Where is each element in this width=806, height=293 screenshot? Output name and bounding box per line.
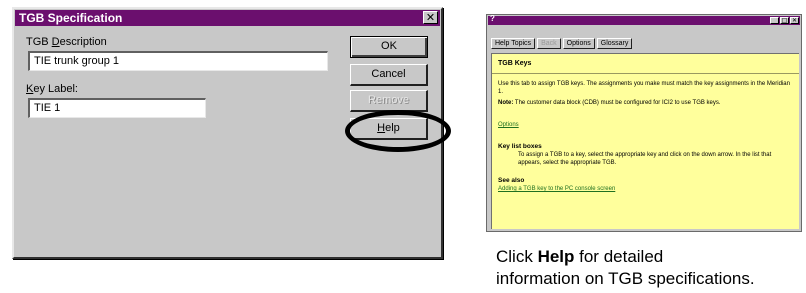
ok-button[interactable]: OK — [350, 36, 428, 58]
options-button[interactable]: Options — [562, 38, 595, 49]
help-note: Note: The customer data block (CDB) must… — [498, 100, 721, 106]
caption-line-2: information on TGB specifications. — [496, 269, 755, 288]
caption-line-1: Click Help for detailed — [496, 247, 664, 266]
help-window: ? _ □ ✕ Help Topics Back Options Glossar… — [486, 14, 802, 232]
tgb-specification-dialog: TGB Specification ✕ TGB Description TIE … — [12, 7, 451, 259]
minimize-icon[interactable]: _ — [770, 17, 779, 24]
tgb-description-label: TGB Description — [26, 36, 107, 48]
help-content-pane: TGB Keys Use this tab to assign TGB keys… — [491, 53, 799, 229]
help-toolbar: Help Topics Back Options Glossary — [491, 38, 633, 49]
caption: Click Help for detailed information on T… — [496, 246, 796, 290]
tgb-description-field[interactable]: TIE trunk group 1 — [28, 51, 328, 71]
key-list-heading: Key list boxes — [498, 143, 542, 150]
help-body-text: Use this tab to assign TGB keys. The ass… — [498, 81, 790, 95]
remove-button: Remove — [350, 90, 428, 112]
key-list-text: To assign a TGB to a key, select the app… — [518, 152, 772, 166]
see-also-link[interactable]: Adding a TGB key to the PC console scree… — [498, 185, 793, 193]
highlight-oval — [345, 110, 451, 152]
dialog-title: TGB Specification — [19, 11, 123, 25]
options-link[interactable]: Options — [498, 121, 793, 129]
cancel-button[interactable]: Cancel — [350, 64, 428, 86]
glossary-button[interactable]: Glossary — [596, 38, 633, 49]
maximize-icon[interactable]: □ — [780, 17, 789, 24]
help-topics-button[interactable]: Help Topics — [491, 38, 536, 49]
help-divider — [492, 73, 799, 74]
see-also-heading: See also — [498, 177, 525, 184]
key-label-field[interactable]: TIE 1 — [28, 98, 206, 118]
help-title-bar: ? _ □ ✕ — [488, 14, 800, 25]
close-icon[interactable]: ✕ — [790, 17, 799, 24]
back-button: Back — [537, 38, 561, 49]
dialog-title-bar: TGB Specification ✕ — [15, 10, 440, 26]
key-label-label: Key Label: — [26, 83, 78, 95]
help-heading: TGB Keys — [498, 60, 532, 67]
close-icon[interactable]: ✕ — [423, 11, 438, 24]
help-title-icon: ? — [490, 14, 495, 23]
